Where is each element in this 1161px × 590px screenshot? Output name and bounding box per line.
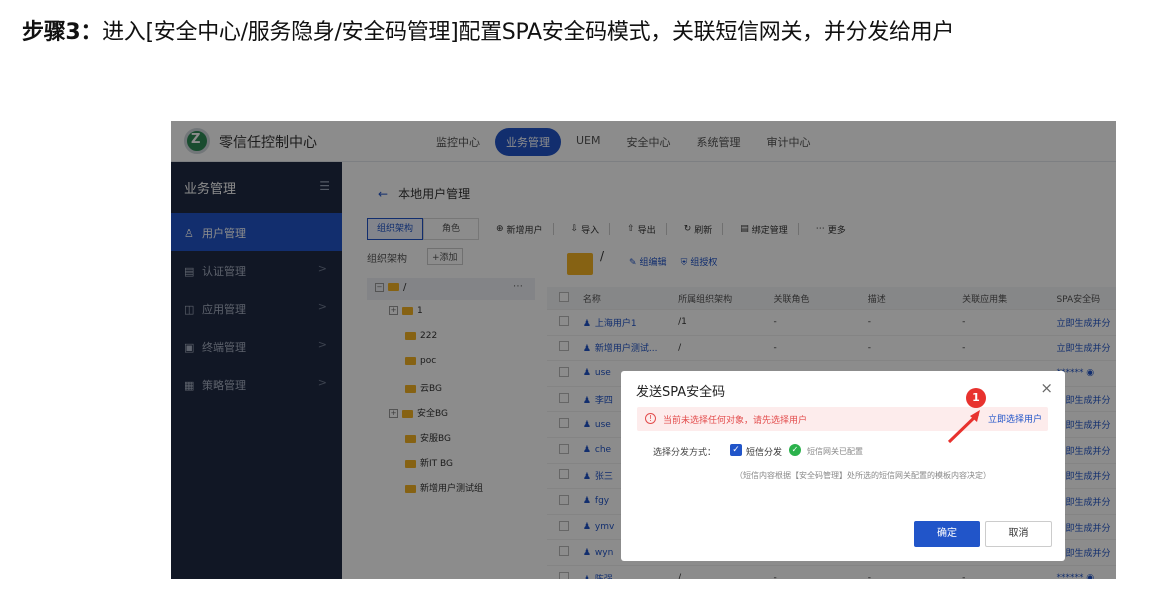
annotation-arrow-icon <box>947 410 980 444</box>
step-title: 步骤3：进入[安全中心/服务隐身/安全码管理]配置SPA安全码模式，关联短信网关… <box>22 14 954 46</box>
sms-hint: （短信内容根据【安全码管理】处所选的短信网关配置的模板内容决定） <box>735 471 991 480</box>
step-marker: 1 <box>966 388 986 408</box>
select-user-link[interactable]: 立即选择用户 <box>988 412 1042 425</box>
confirm-button[interactable]: 确定 <box>914 521 980 547</box>
sms-checkbox-label[interactable]: 短信分发 <box>746 445 782 458</box>
modal-title: 发送SPA安全码 <box>636 385 726 400</box>
step-prefix: 步骤3： <box>22 20 103 45</box>
info-icon: ! <box>645 413 656 424</box>
alert-banner: ! 当前未选择任何对象，请先选择用户 立即选择用户 <box>637 407 1048 431</box>
close-icon[interactable]: × <box>1040 379 1053 397</box>
distribution-label: 选择分发方式： <box>653 448 717 458</box>
sms-checkbox[interactable]: ✓ <box>730 444 742 456</box>
alert-text: 当前未选择任何对象，请先选择用户 <box>663 416 808 426</box>
screenshot: Z 零信任控制中心 监控中心 业务管理 UEM 安全中心 系统管理 审计中心 业… <box>171 121 1116 579</box>
step-text: 进入[安全中心/服务隐身/安全码管理]配置SPA安全码模式，关联短信网关，并分发… <box>102 20 955 45</box>
cancel-button[interactable]: 取消 <box>985 521 1052 547</box>
send-spa-modal: 发送SPA安全码 × ! 当前未选择任何对象，请先选择用户 立即选择用户 选择分… <box>621 371 1065 561</box>
check-circle-icon: ✓ <box>789 444 801 456</box>
gateway-status: 短信网关已配置 <box>807 447 863 456</box>
